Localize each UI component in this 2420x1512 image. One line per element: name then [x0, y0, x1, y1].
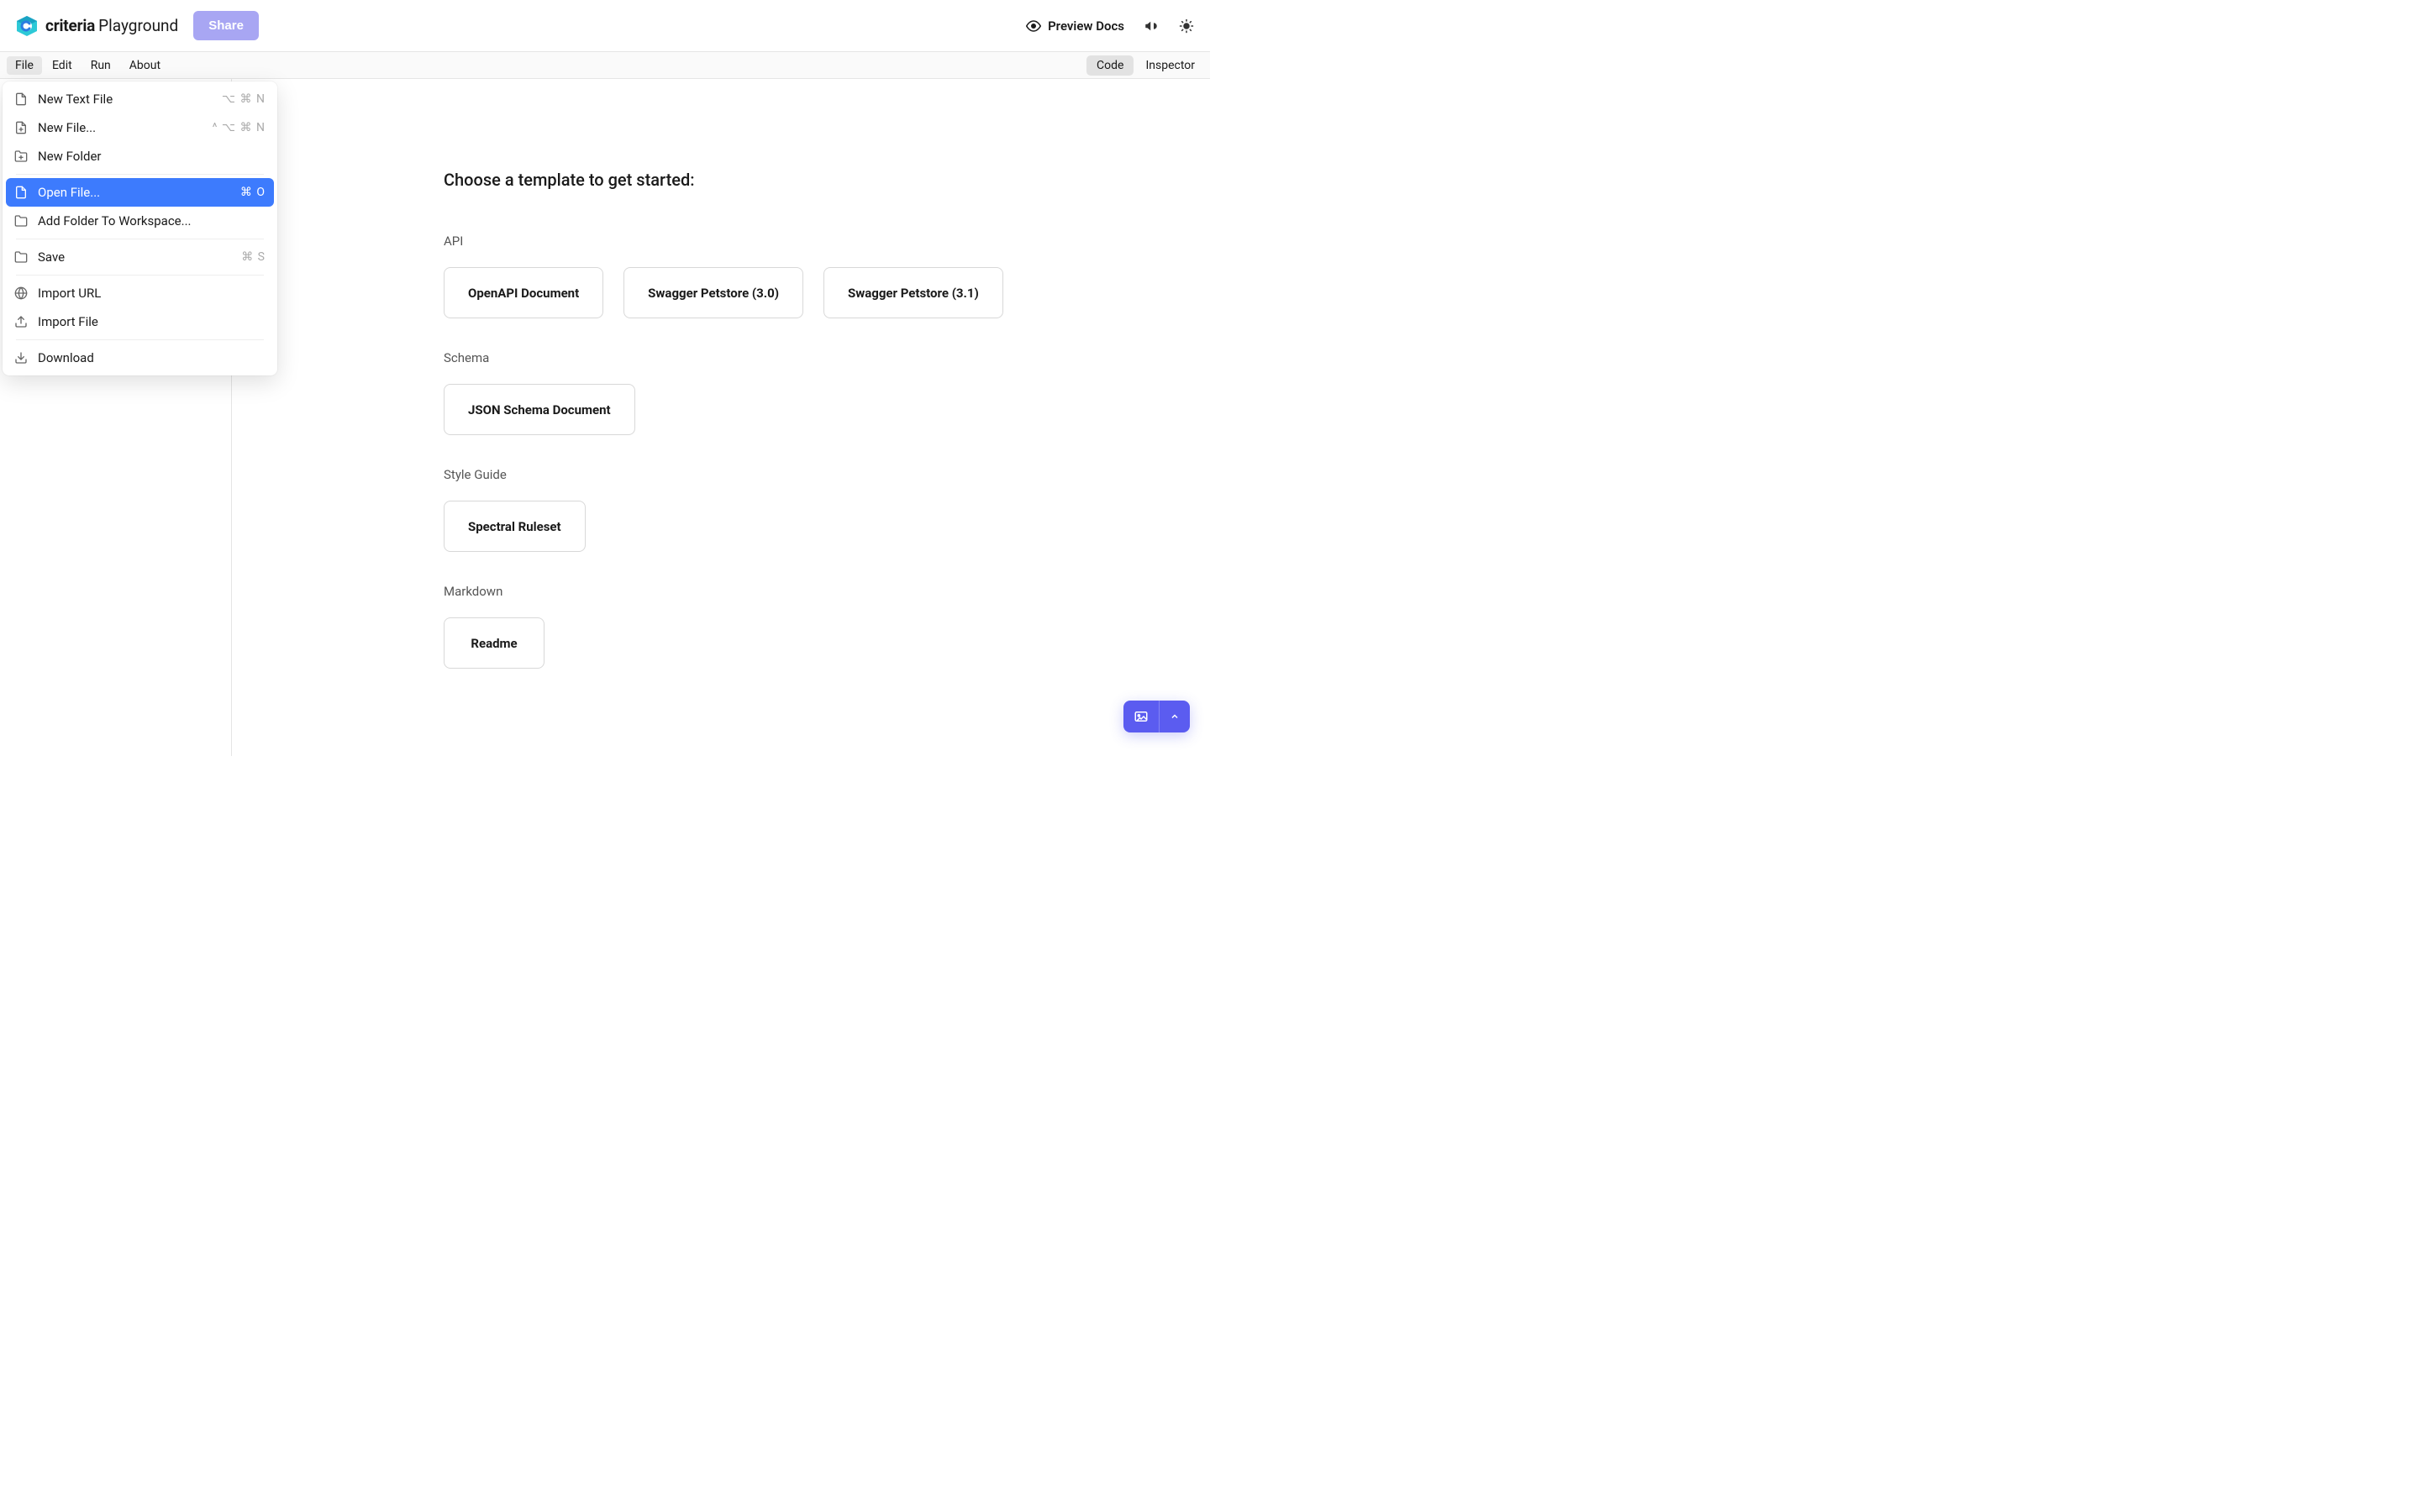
template-section: Markdown Readme: [444, 584, 1210, 669]
main-title: Choose a template to get started:: [444, 170, 1210, 190]
folder-icon: [14, 250, 28, 264]
menu-item-label: New Text File: [38, 92, 212, 107]
folder-icon: [14, 214, 28, 228]
eye-icon: [1026, 18, 1041, 34]
folder-plus-icon: [14, 150, 28, 163]
menu-item-open-file[interactable]: Open File... ⌘ O: [6, 178, 274, 207]
menu-item-shortcut: ⌘ O: [240, 186, 266, 199]
menu-item-label: New Folder: [38, 149, 266, 164]
menu-item-new-folder[interactable]: New Folder: [6, 142, 274, 171]
card-row: OpenAPI Document Swagger Petstore (3.0) Sw…: [444, 267, 1210, 318]
download-icon: [14, 351, 28, 365]
template-card-label: Readme: [471, 636, 517, 651]
menu-item-new-text-file[interactable]: New Text File ⌥ ⌘ N: [6, 85, 274, 113]
menu-separator: [16, 275, 264, 276]
file-icon: [14, 92, 28, 106]
template-section: Schema JSON Schema Document: [444, 350, 1210, 435]
header-right: Preview Docs: [1026, 18, 1195, 34]
menu-separator: [16, 174, 264, 175]
template-card[interactable]: JSON Schema Document: [444, 384, 635, 435]
menu-item-label: Open File...: [38, 185, 230, 200]
section-label: Style Guide: [444, 467, 1210, 482]
template-card-label: OpenAPI Document: [468, 286, 579, 301]
menubar-item-run[interactable]: Run: [82, 56, 119, 75]
menu-item-add-folder-to-workspace[interactable]: Add Folder To Workspace...: [6, 207, 274, 235]
card-row: JSON Schema Document: [444, 384, 1210, 435]
main: Choose a template to get started: API Ope…: [232, 79, 1210, 756]
card-row: Readme: [444, 617, 1210, 669]
menu-item-label: Download: [38, 350, 266, 365]
menubar-item-edit[interactable]: Edit: [44, 56, 81, 75]
file-icon: [14, 186, 28, 199]
template-card-label: Swagger Petstore (3.1): [848, 286, 979, 301]
menu-item-shortcut: ^ ⌥ ⌘ N: [213, 121, 266, 134]
menubar-item-about[interactable]: About: [121, 56, 169, 75]
template-card[interactable]: Readme: [444, 617, 544, 669]
menubar-right: CodeInspector: [1086, 55, 1205, 76]
preview-docs-label: Preview Docs: [1048, 18, 1124, 34]
menu-item-new-file[interactable]: New File... ^ ⌥ ⌘ N: [6, 113, 274, 142]
theme-toggle-icon[interactable]: [1178, 18, 1195, 34]
menu-item-save[interactable]: Save ⌘ S: [6, 243, 274, 271]
template-card[interactable]: Swagger Petstore (3.1): [823, 267, 1003, 318]
menubar: FileEditRunAbout CodeInspector: [0, 52, 1210, 79]
template-card[interactable]: Swagger Petstore (3.0): [623, 267, 803, 318]
view-tab-inspector[interactable]: Inspector: [1135, 55, 1205, 76]
menu-item-label: Save: [38, 249, 231, 265]
file-menu-dropdown: New Text File⌥ ⌘ NNew File...^ ⌥ ⌘ NNew …: [3, 81, 277, 375]
help-widget[interactable]: [1123, 701, 1190, 732]
menu-item-label: Import File: [38, 314, 266, 329]
preview-docs-link[interactable]: Preview Docs: [1026, 18, 1124, 34]
template-section: Style Guide Spectral Ruleset: [444, 467, 1210, 552]
template-card-label: JSON Schema Document: [468, 402, 611, 417]
template-section: API OpenAPI Document Swagger Petstore (3.0…: [444, 234, 1210, 318]
menu-item-shortcut: ⌘ S: [241, 250, 266, 264]
template-card[interactable]: OpenAPI Document: [444, 267, 603, 318]
file-plus-icon: [14, 121, 28, 134]
globe-icon: [14, 286, 28, 300]
header: criteriaPlayground Share Preview Docs: [0, 0, 1210, 52]
menu-separator: [16, 339, 264, 340]
menu-item-import-url[interactable]: Import URL: [6, 279, 274, 307]
section-label: API: [444, 234, 1210, 249]
menubar-item-file[interactable]: File: [7, 56, 42, 75]
logo-icon: [15, 14, 39, 38]
brand-name: criteriaPlayground: [45, 16, 178, 35]
header-left: criteriaPlayground Share: [15, 11, 259, 40]
logo[interactable]: criteriaPlayground: [15, 14, 178, 38]
menu-item-shortcut: ⌥ ⌘ N: [222, 92, 266, 106]
menu-item-download[interactable]: Download: [6, 344, 274, 372]
upload-icon: [14, 315, 28, 328]
card-row: Spectral Ruleset: [444, 501, 1210, 552]
menu-item-import-file[interactable]: Import File: [6, 307, 274, 336]
template-card-label: Swagger Petstore (3.0): [648, 286, 779, 301]
section-label: Schema: [444, 350, 1210, 365]
template-card[interactable]: Spectral Ruleset: [444, 501, 586, 552]
menu-item-label: Add Folder To Workspace...: [38, 213, 266, 228]
widget-chevron-up-icon[interactable]: [1160, 701, 1190, 732]
widget-image-icon[interactable]: [1123, 701, 1159, 732]
menu-item-label: New File...: [38, 120, 203, 135]
menubar-left: FileEditRunAbout: [7, 56, 169, 75]
section-label: Markdown: [444, 584, 1210, 599]
view-tab-code[interactable]: Code: [1086, 55, 1134, 76]
megaphone-icon[interactable]: [1143, 18, 1160, 34]
share-button[interactable]: Share: [193, 11, 259, 40]
template-card-label: Spectral Ruleset: [468, 519, 561, 534]
menu-item-label: Import URL: [38, 286, 266, 301]
